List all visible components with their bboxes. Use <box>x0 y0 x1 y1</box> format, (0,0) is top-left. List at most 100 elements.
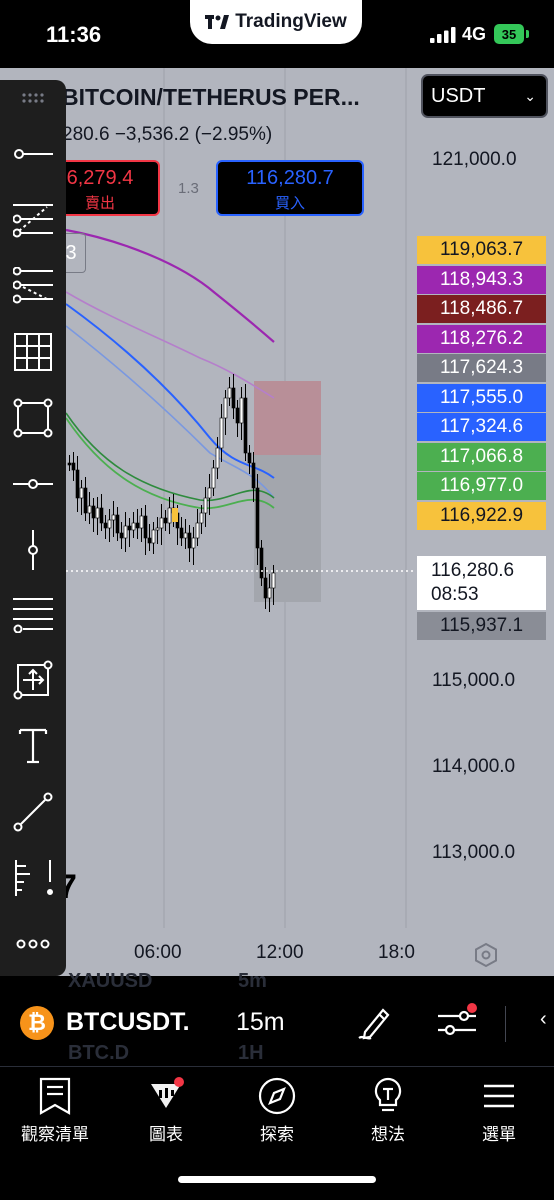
candle-body <box>147 537 152 544</box>
cellular-signal-icon <box>430 27 456 43</box>
spread-value: 1.3 <box>178 180 199 197</box>
battery-icon: 35 <box>494 24 524 44</box>
candle-body <box>247 452 252 464</box>
candle-body <box>191 537 196 549</box>
buy-label: 買入 <box>274 195 305 212</box>
candle-body <box>115 514 120 534</box>
drawing-pen-icon[interactable] <box>355 1002 395 1042</box>
long-short-position-tool-icon[interactable] <box>7 854 59 902</box>
candle-body <box>67 462 72 466</box>
candle-body <box>155 527 160 531</box>
candle-body <box>159 517 164 529</box>
status-bar: 11:36 TradingView 4G 35 <box>0 0 554 68</box>
candle-body <box>143 515 148 539</box>
candle-body <box>87 505 92 514</box>
candle-body <box>71 462 76 471</box>
candle-body <box>163 517 168 524</box>
drawing-toolbar <box>0 80 66 976</box>
chart-settings-icon[interactable] <box>473 942 499 968</box>
chevron-left-icon[interactable]: ‹ <box>540 1008 547 1031</box>
indicators-icon[interactable] <box>436 1002 480 1042</box>
indicator-price-tag: 117,555.0 <box>417 383 546 412</box>
buy-button[interactable]: 116,280.7 買入 <box>216 160 364 216</box>
network-type: 4G <box>462 24 487 44</box>
indicator-price-tag: 117,624.3 <box>417 354 546 382</box>
candle-body <box>99 507 104 524</box>
time-axis-label: 06:00 <box>134 942 182 963</box>
candle-body <box>215 447 220 469</box>
nav-label: 觀察清單 <box>21 1125 89 1144</box>
more-tools-icon[interactable] <box>7 920 59 968</box>
price-axis-label: 115,000.0 <box>432 670 516 691</box>
watchlist-scroll-interval: 1H <box>238 1042 264 1064</box>
price-axis-label: 121,000.0 <box>432 149 517 170</box>
indicator-price-tag: 116,977.0 <box>417 472 546 500</box>
candle-body <box>235 407 240 424</box>
rectangle-tool-icon[interactable] <box>7 394 59 442</box>
nav-label: 圖表 <box>149 1125 183 1144</box>
candle-body <box>223 397 228 419</box>
trend-line-tool-icon[interactable] <box>7 788 59 836</box>
nav-divider <box>0 1066 554 1067</box>
nav-item-menu[interactable]: 選單 <box>449 1076 549 1145</box>
watchlist-icon <box>39 1077 71 1115</box>
text-tool-icon[interactable] <box>7 722 59 770</box>
fib-retracement-tool-icon[interactable] <box>7 196 59 244</box>
buy-price: 116,280.7 <box>246 167 334 189</box>
toolbar-divider <box>505 1006 506 1042</box>
symbol-title[interactable]: BITCOIN/TETHERUS PER... <box>62 84 360 111</box>
indicator-price-tag: 118,943.3 <box>417 265 546 294</box>
brand-pill: TradingView <box>190 0 362 44</box>
price-change: 280.6 −3,536.2 (−2.95%) <box>62 124 273 145</box>
currency-value: USDT <box>431 84 486 107</box>
status-time: 11:36 <box>46 22 102 47</box>
last-price-tag: 116,280.6 08:53 <box>417 556 546 610</box>
interval-selector[interactable]: 15m <box>236 1008 285 1037</box>
candle-body <box>135 522 140 529</box>
candle-body <box>75 469 80 499</box>
candle-body <box>123 525 128 539</box>
candle-body <box>207 487 212 499</box>
candle-body <box>167 507 172 524</box>
candle-body <box>211 467 216 489</box>
nav-item-ideas[interactable]: 想法 <box>338 1076 438 1145</box>
candle-body <box>263 577 268 599</box>
candle-body <box>127 525 132 531</box>
ma-line-lavender <box>65 291 275 399</box>
candle-body <box>251 462 256 489</box>
parallel-lines-tool-icon[interactable] <box>7 590 59 638</box>
price-axis-label: 114,000.0 <box>432 756 516 777</box>
symbol-selector[interactable]: BTCUSDT. <box>66 1008 190 1037</box>
vertical-line-tool-icon[interactable] <box>7 526 59 574</box>
candle-body <box>103 522 108 529</box>
menu-icon <box>484 1084 514 1108</box>
candle-body <box>79 487 84 499</box>
candle-body <box>231 387 236 409</box>
measure-tool-icon[interactable] <box>7 656 59 704</box>
currency-select[interactable]: USDT ⌄ <box>421 74 548 118</box>
chart-area[interactable]: BITCOIN/TETHERUS PER... 280.6 −3,536.2 (… <box>0 68 554 976</box>
candle-body <box>139 515 144 529</box>
grid-tool-icon[interactable] <box>7 328 59 376</box>
candle-body <box>179 527 184 539</box>
candle-body <box>107 519 112 529</box>
watchlist-scroll-symbol: XAUUSD <box>68 970 153 992</box>
candle-body <box>219 417 224 449</box>
pitchfork-tool-icon[interactable] <box>7 262 59 310</box>
toolbar-drag-handle-icon[interactable] <box>7 80 59 116</box>
nav-item-explore[interactable]: 探索 <box>227 1076 327 1145</box>
highlight-candle <box>172 508 178 522</box>
candle-body <box>255 487 260 549</box>
chevron-down-icon: ⌄ <box>524 88 536 104</box>
compass-icon <box>258 1077 296 1115</box>
ideas-icon <box>374 1077 402 1112</box>
candle-body <box>83 487 88 514</box>
nav-label: 想法 <box>371 1125 405 1144</box>
horizontal-line-tool-icon[interactable] <box>7 130 59 178</box>
indicator-price-tag: 118,486.7 <box>417 295 546 323</box>
horizontal-ray-tool-icon[interactable] <box>7 460 59 508</box>
nav-item-chart[interactable]: 圖表 <box>116 1076 216 1145</box>
candle-body <box>183 532 188 539</box>
nav-item-watchlist[interactable]: 觀察清單 <box>5 1076 105 1145</box>
bar-countdown: 08:53 <box>431 584 479 605</box>
